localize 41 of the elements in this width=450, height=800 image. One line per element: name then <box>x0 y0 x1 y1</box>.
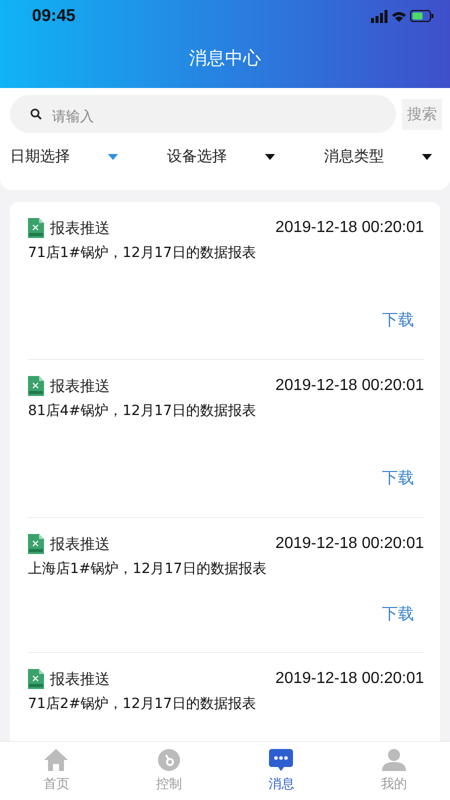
download-link[interactable]: 下载 <box>382 604 414 625</box>
spreadsheet-file-icon <box>28 534 44 554</box>
message-time: 2019-12-18 00:20:01 <box>275 219 424 237</box>
message-text: 上海店1#锅炉，12月17日的数据报表 <box>28 560 268 578</box>
tab-bar-item[interactable]: 首页 <box>0 742 112 800</box>
spreadsheet-file-icon <box>28 376 44 396</box>
signal-icon <box>371 10 388 22</box>
message-time: 2019-12-18 00:20:01 <box>275 670 424 688</box>
page-title: 消息中心 <box>188 47 262 70</box>
search-button[interactable]: 搜索 <box>402 98 442 130</box>
filter-dropdown[interactable]: 设备选择 <box>167 147 275 166</box>
filter-dropdown[interactable]: 消息类型 <box>324 147 432 166</box>
user-icon <box>382 749 406 771</box>
message-type: 报表推送 <box>50 670 110 688</box>
message-text: 81店4#锅炉，12月17日的数据报表 <box>28 402 258 420</box>
tab-bar-item[interactable]: 消息 <box>225 742 338 800</box>
message-type: 报表推送 <box>50 218 110 238</box>
download-link[interactable]: 下载 <box>382 468 414 489</box>
chat-icon <box>269 749 294 771</box>
tab-bar-item[interactable]: 控制 <box>112 742 225 800</box>
home-icon <box>44 749 68 771</box>
message-text: 71店1#锅炉，12月17日的数据报表 <box>28 244 258 262</box>
message-type: 报表推送 <box>50 376 110 396</box>
caret-icon <box>265 154 275 160</box>
caret-icon <box>422 154 432 160</box>
filter-dropdown[interactable]: 日期选择 <box>10 147 118 166</box>
message-time: 2019-12-18 00:20:01 <box>275 535 424 553</box>
message-time: 2019-12-18 00:20:01 <box>275 377 424 395</box>
wifi-icon <box>392 10 406 22</box>
spreadsheet-file-icon <box>28 218 44 238</box>
tab-bar-item[interactable]: 我的 <box>338 742 450 800</box>
caret-icon <box>108 154 118 160</box>
message-text: 71店2#锅炉，12月17日的数据报表 <box>28 695 258 713</box>
spreadsheet-file-icon <box>28 669 44 689</box>
battery-icon <box>410 10 434 22</box>
search-icon <box>30 108 42 120</box>
download-link[interactable]: 下载 <box>382 310 414 331</box>
dial-icon <box>158 749 180 771</box>
search-field[interactable]: 请输入 <box>10 95 396 133</box>
message-type: 报表推送 <box>50 534 110 554</box>
status-time: 09:45 <box>32 6 76 26</box>
